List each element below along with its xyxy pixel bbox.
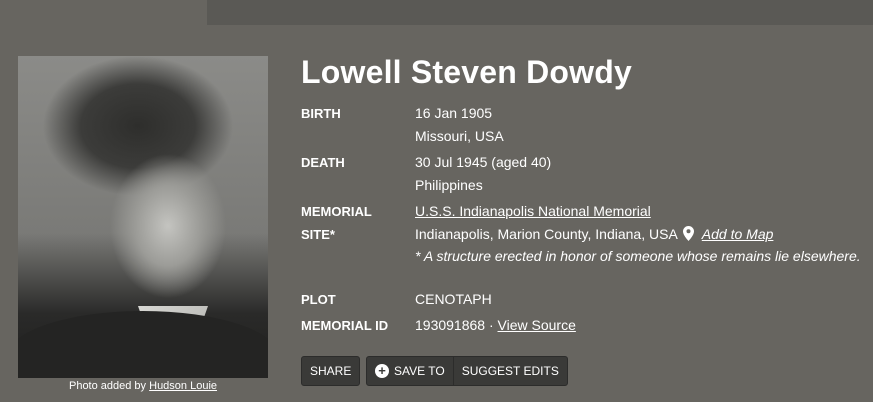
- suggest-edits-button[interactable]: SUGGEST EDITS: [452, 357, 567, 385]
- memorial-site-location: Indianapolis, Marion County, Indiana, US…: [415, 226, 678, 242]
- birth-date: 16 Jan 1905: [415, 105, 493, 121]
- memorial-id-value: 193091868: [415, 317, 486, 333]
- plus-circle-icon: +: [375, 364, 389, 378]
- share-button[interactable]: SHARE: [301, 356, 361, 386]
- memorial-site-label-line1: MEMORIAL: [301, 204, 372, 219]
- memorial-id-label: MEMORIAL ID: [301, 318, 389, 333]
- memorial-site-label-line2: SITE*: [301, 227, 335, 242]
- save-suggest-button-group: + SAVE TO SUGGEST EDITS: [366, 356, 568, 386]
- view-source-link[interactable]: View Source: [498, 317, 576, 333]
- memorial-site-location-row: Indianapolis, Marion County, Indiana, US…: [415, 226, 773, 244]
- birth-label: BIRTH: [301, 106, 341, 121]
- add-to-map-link[interactable]: Add to Map: [702, 226, 774, 242]
- top-banner: [207, 0, 873, 25]
- death-date: 30 Jul 1945 (aged 40): [415, 154, 552, 170]
- photo-credit-user-link[interactable]: Hudson Louie: [149, 380, 217, 392]
- save-to-label: SAVE TO: [394, 364, 445, 378]
- plot-label: PLOT: [301, 292, 336, 307]
- memorial-site-link[interactable]: U.S.S. Indianapolis National Memorial: [415, 203, 651, 219]
- memorial-id-row: 193091868 · View Source: [415, 317, 576, 333]
- birth-place: Missouri, USA: [415, 128, 504, 144]
- memorial-site-note: * A structure erected in honor of someon…: [415, 248, 861, 264]
- photo-credit: Photo added by Hudson Louie: [18, 380, 268, 392]
- photo-shoulders: [18, 311, 268, 378]
- death-label: DEATH: [301, 155, 345, 170]
- plot-value: CENOTAPH: [415, 291, 492, 307]
- id-separator: ·: [488, 317, 494, 333]
- death-place: Philippines: [415, 177, 483, 193]
- memorial-photo[interactable]: [18, 56, 268, 378]
- save-to-button[interactable]: + SAVE TO: [367, 357, 453, 385]
- photo-credit-prefix: Photo added by: [68, 380, 147, 392]
- map-pin-icon[interactable]: [682, 226, 694, 244]
- memorial-name: Lowell Steven Dowdy: [301, 54, 632, 90]
